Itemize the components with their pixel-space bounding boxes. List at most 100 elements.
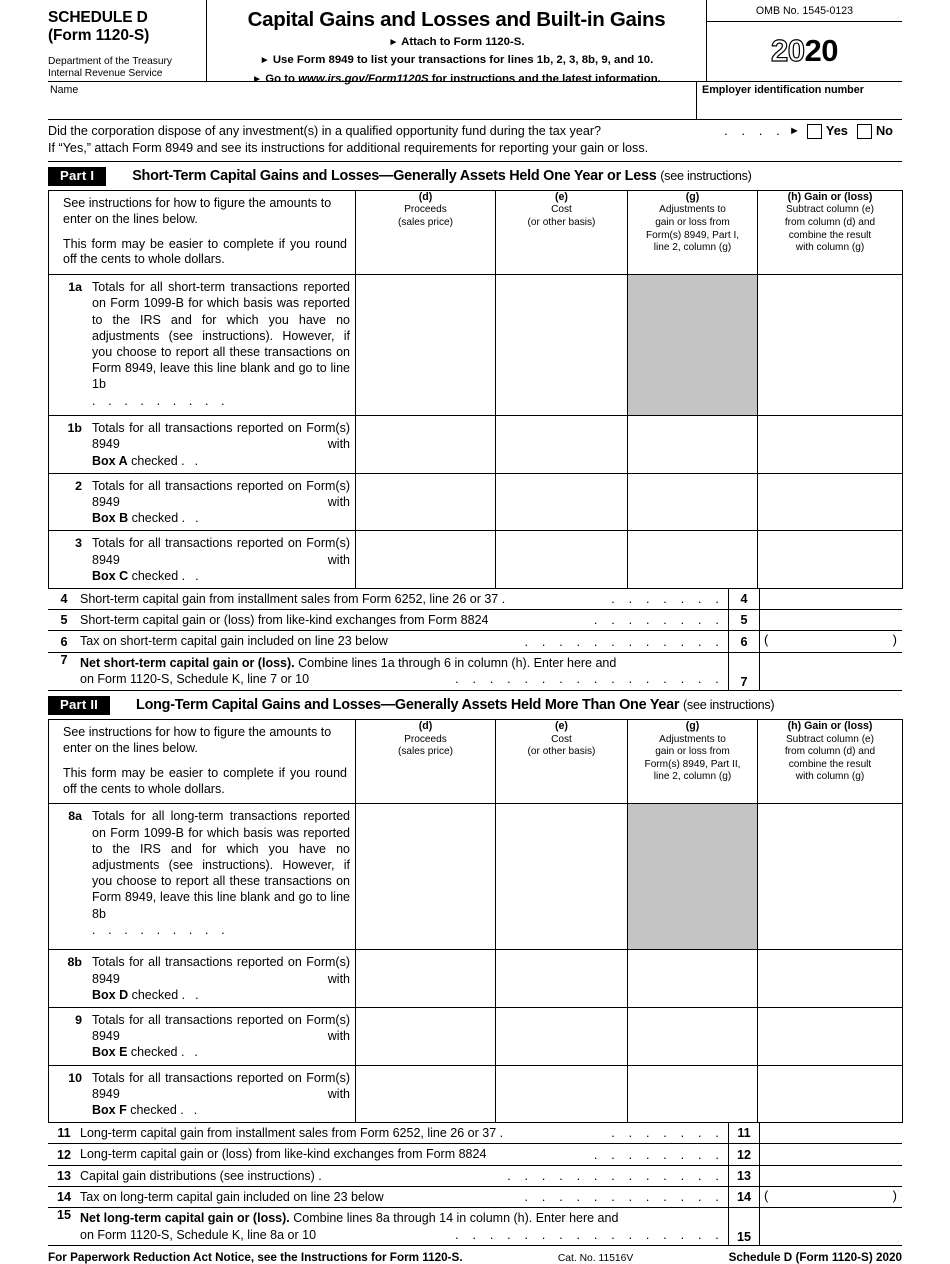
line-7-row: 7 Net short-term capital gain or (loss).… [48,652,902,691]
column-d-line1: Proceeds [404,733,447,745]
line-8a-cost-input[interactable] [495,803,628,951]
line-1a-proceeds-input[interactable] [355,274,496,417]
line-1b-box-ref: Box A [92,453,128,468]
line-10-cost-input[interactable] [495,1064,628,1124]
line-10-adjustments-input[interactable] [627,1064,758,1124]
line-7-box-number: 7 [728,652,760,690]
part-2-heading-text: Long-Term Capital Gains and Losses—Gener… [136,697,680,714]
right-paren: ) [892,632,897,648]
table-row: 9 Totals for all transactions reported o… [48,1007,903,1066]
column-g-code: (g) [685,719,700,732]
line-8b-number: 8b [67,955,82,970]
line-5-row: 5 Short-term capital gain or (loss) from… [48,610,902,632]
part-1-table: See instructions for how to figure the a… [48,189,903,589]
line-5-box-number: 5 [728,610,760,631]
line-3-adjustments-input[interactable] [627,530,758,589]
line-10-number: 10 [68,1070,82,1085]
line-11-value-input[interactable] [760,1123,902,1143]
line-1b-cost-input[interactable] [495,415,628,474]
line-2-gainloss-input[interactable] [757,472,903,532]
name-field[interactable]: Name [48,82,697,119]
line-9-adjustments-input[interactable] [627,1007,758,1066]
line-13-number: 13 [56,1168,71,1183]
line-1b-text2: checked . [127,453,185,468]
line-8a-gainloss-input[interactable] [757,803,903,951]
use-form-8949-text: Use Form 8949 to list your transactions … [272,54,654,67]
line-2-proceeds-input[interactable] [355,472,496,532]
form-page: SCHEDULE D (Form 1120-S) Department of t… [0,0,950,1264]
part-2-table: See instructions for how to figure the a… [48,718,903,1124]
part-1-tag: Part I [48,166,107,186]
column-g-line2: gain or loss from [655,216,730,228]
column-d-line2: (sales price) [398,216,453,228]
line-5-number: 5 [60,613,68,628]
line-9-proceeds-input[interactable] [355,1007,496,1066]
line-8b-gainloss-input[interactable] [757,949,903,1008]
column-d-code: (d) [418,190,433,203]
line-6-dots: . . . . . . . . . . . . [524,634,724,649]
line-14-value-input[interactable]: ( ) [760,1187,902,1207]
line-7-value-input[interactable] [760,653,902,690]
line-8b-cost-input[interactable] [495,949,628,1008]
line-5-dots: . . . . . . . . [593,613,725,628]
identity-row: Name Employer identification number [48,82,902,120]
column-e-code: (e) [555,719,568,732]
yes-checkbox[interactable] [806,123,822,139]
line-9-cost-input[interactable] [495,1007,628,1066]
line-2-dots: . [195,511,204,526]
line-13-box-number: 13 [728,1165,760,1186]
part-1-column-d-header: (d) Proceeds (sales price) [355,189,496,276]
part-1-instructions-p2: This form may be easier to complete if y… [63,236,347,267]
line-1a-cost-input[interactable] [495,274,628,417]
line-8a-proceeds-input[interactable] [355,803,496,951]
part-1-column-h-header: (h) Gain or (loss) Subtract column (e) f… [757,189,903,276]
column-e-line2: (or other basis) [527,746,596,758]
line-2-adjustments-input[interactable] [627,472,758,532]
ein-field[interactable]: Employer identification number [697,82,902,119]
line-2-cost-input[interactable] [495,472,628,532]
use-form-8949-instruction: ► Use Form 8949 to list your transaction… [207,53,706,69]
line-8b-adjustments-input[interactable] [627,949,758,1008]
line-5-value-input[interactable] [760,610,902,630]
line-10-gainloss-input[interactable] [757,1064,903,1124]
line-15-value-input[interactable] [760,1208,902,1245]
line-1a-dots: . . . . . . . . . [92,393,230,408]
line-3-gainloss-input[interactable] [757,530,903,589]
line-13-value-input[interactable] [760,1166,902,1186]
schedule-form-number: (Form 1120-S) [48,27,150,45]
line-9-gainloss-input[interactable] [757,1007,903,1066]
form-footer: For Paperwork Reduction Act Notice, see … [48,1246,902,1264]
part-1-heading-text: Short-Term Capital Gains and Losses—Gene… [132,168,657,185]
line-2-box-ref: Box B [92,511,129,526]
line-6-value-input[interactable]: ( ) [760,631,902,651]
line-3-cost-input[interactable] [495,530,628,589]
part-1-heading: Short-Term Capital Gains and Losses—Gene… [132,168,752,185]
line-10-proceeds-input[interactable] [355,1064,496,1124]
line-1b-gainloss-input[interactable] [757,415,903,474]
line-9-label-cell: 9 Totals for all transactions reported o… [48,1007,356,1066]
line-13-dots: . . . . . . . . . . . . . [507,1168,725,1183]
line-1a-number: 1a [68,280,82,295]
column-h-code: (h) Gain or (loss) [787,719,873,732]
table-row: 8a Totals for all long-term transactions… [48,803,903,951]
yes-label: Yes [825,123,848,138]
line-14-text: Tax on long-term capital gain included o… [80,1189,384,1204]
opportunity-fund-question: Did the corporation dispose of any inves… [48,120,902,162]
line-3-proceeds-input[interactable] [355,530,496,589]
line-1b-adjustments-input[interactable] [627,415,758,474]
part-2-column-h-header: (h) Gain or (loss) Subtract column (e) f… [757,718,903,805]
arrow-icon: ► [388,36,399,48]
column-g-code: (g) [685,190,700,203]
line-1a-gainloss-input[interactable] [757,274,903,417]
no-checkbox[interactable] [856,123,872,139]
line-8a-adjustments-cell-shaded [627,803,758,951]
line-8b-proceeds-input[interactable] [355,949,496,1008]
line-10-box-ref: Box F [92,1102,127,1117]
schedule-name: SCHEDULE D [48,9,148,26]
line-4-value-input[interactable] [760,589,902,609]
column-d-code: (d) [418,719,433,732]
line-12-value-input[interactable] [760,1144,902,1164]
paperwork-notice: For Paperwork Reduction Act Notice, see … [48,1251,463,1264]
line-1b-proceeds-input[interactable] [355,415,496,474]
line-3-box-ref: Box C [92,568,129,583]
